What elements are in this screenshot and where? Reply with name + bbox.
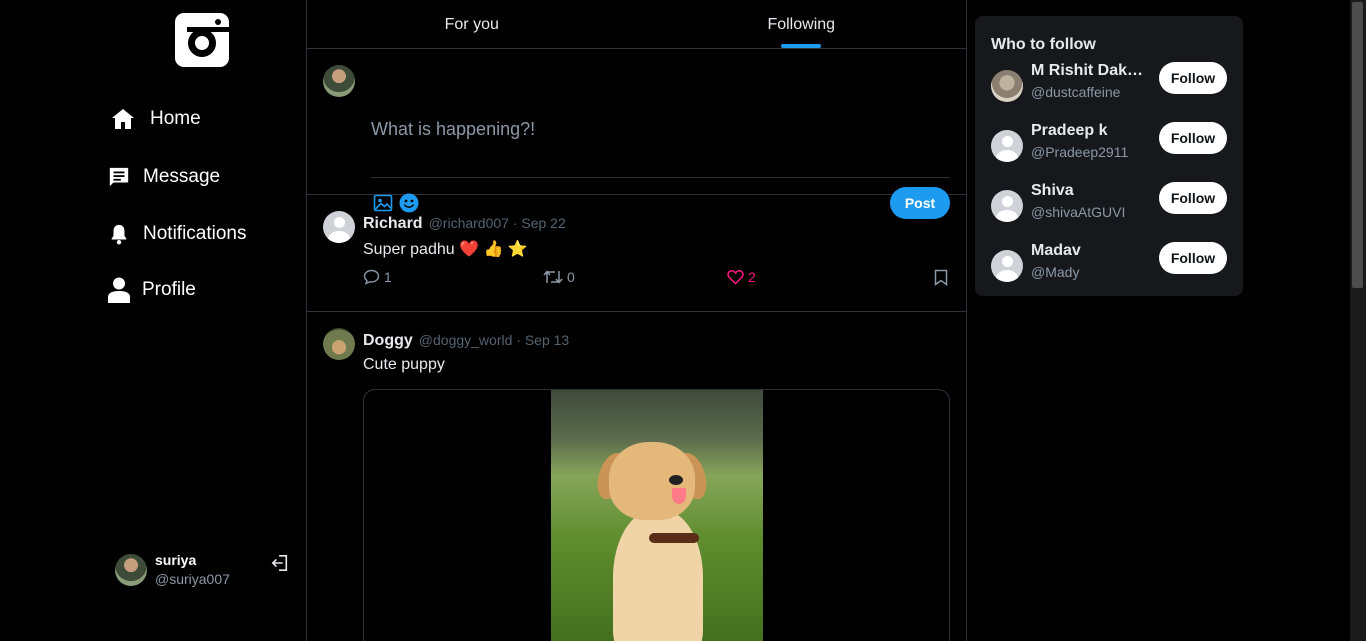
- puppy-photo: [551, 390, 763, 641]
- tweet-composer: Post: [307, 49, 966, 219]
- avatar: [991, 130, 1023, 162]
- logo-band-gap: [175, 27, 187, 32]
- suggested-user-handle: @Mady: [1031, 264, 1080, 280]
- app-root: Home Message Notifications Profile suriy…: [0, 0, 1366, 641]
- follow-button[interactable]: Follow: [1159, 122, 1227, 154]
- logo-lens: [188, 29, 216, 57]
- bookmark-icon: [934, 269, 948, 286]
- avatar: [115, 553, 147, 586]
- nav-profile[interactable]: Profile: [108, 277, 196, 303]
- tweet-author-name[interactable]: Richard: [363, 215, 423, 232]
- logout-icon[interactable]: [271, 554, 289, 572]
- nav-notifications[interactable]: Notifications: [108, 222, 247, 246]
- avatar: [991, 70, 1023, 102]
- avatar: [323, 65, 355, 97]
- composer-divider: [371, 177, 950, 178]
- user-icon: [108, 277, 130, 303]
- suggested-user[interactable]: Madav @Mady Follow: [991, 242, 1227, 290]
- puppy-nose: [669, 475, 683, 485]
- retweet-count: 0: [567, 269, 575, 285]
- tweet-header: Richard @richard007 · Sep 22: [363, 215, 566, 233]
- puppy-body: [613, 510, 703, 641]
- suggested-user[interactable]: Shiva @shivaAtGUVI Follow: [991, 182, 1227, 230]
- suggested-user[interactable]: M Rishit Daks... @dustcaffeine Follow: [991, 62, 1227, 110]
- current-user-names: suriya @suriya007: [155, 552, 230, 587]
- tweet-header: Doggy @doggy_world · Sep 13: [363, 332, 569, 350]
- suggested-user-name: Shiva: [1031, 182, 1074, 199]
- tweet-media[interactable]: [363, 389, 950, 641]
- feed-tabs: For you Following: [307, 0, 966, 49]
- suggested-user-name: Pradeep k: [1031, 122, 1108, 139]
- nav-home-label: Home: [150, 108, 201, 129]
- avatar[interactable]: [323, 211, 355, 243]
- heart-icon: [727, 270, 744, 285]
- panel-title: Who to follow: [991, 36, 1096, 53]
- suggested-user-name: M Rishit Daks...: [1031, 62, 1146, 79]
- main-feed: For you Following Post Rich: [306, 0, 967, 641]
- puppy-tongue: [672, 488, 686, 504]
- follow-button[interactable]: Follow: [1159, 182, 1227, 214]
- nav-home[interactable]: Home: [111, 107, 201, 131]
- suggested-user-handle: @dustcaffeine: [1031, 84, 1121, 100]
- tweet[interactable]: Richard @richard007 · Sep 22 Super padhu …: [307, 195, 966, 312]
- avatar[interactable]: [323, 328, 355, 360]
- puppy-collar: [649, 533, 699, 543]
- home-icon: [112, 109, 134, 129]
- tweet-author-name[interactable]: Doggy: [363, 332, 413, 349]
- nav-message[interactable]: Message: [108, 166, 220, 188]
- follow-button[interactable]: Follow: [1159, 62, 1227, 94]
- message-icon: [109, 167, 129, 187]
- suggested-user[interactable]: Pradeep k @Pradeep2911 Follow: [991, 122, 1227, 170]
- reply-icon: [363, 269, 380, 285]
- suggested-user-handle: @Pradeep2911: [1031, 144, 1129, 160]
- tweet[interactable]: Doggy @doggy_world · Sep 13 Cute puppy: [307, 312, 966, 641]
- nav-notifications-label: Notifications: [143, 223, 247, 244]
- who-to-follow-panel: Who to follow M Rishit Daks... @dustcaff…: [975, 16, 1243, 296]
- nav-message-label: Message: [143, 166, 221, 187]
- tweet-meta: @richard007 · Sep 22: [428, 215, 566, 231]
- bell-icon: [111, 224, 127, 245]
- avatar: [991, 250, 1023, 282]
- scrollbar-thumb[interactable]: [1352, 2, 1363, 288]
- tab-for-you[interactable]: For you: [307, 0, 637, 48]
- logo-flash: [215, 19, 221, 25]
- camera-logo[interactable]: [175, 13, 229, 67]
- left-sidebar: Home Message Notifications Profile suriy…: [0, 0, 306, 641]
- current-user-handle: @suriya007: [155, 571, 230, 587]
- bookmark-button[interactable]: [934, 269, 952, 286]
- retweet-icon: [543, 270, 563, 284]
- tweet-text: Cute puppy: [363, 356, 445, 373]
- retweet-button[interactable]: 0: [543, 269, 575, 285]
- current-user[interactable]: suriya @suriya007: [115, 552, 230, 587]
- follow-button[interactable]: Follow: [1159, 242, 1227, 274]
- suggested-user-name: Madav: [1031, 242, 1081, 259]
- like-button[interactable]: 2: [727, 269, 756, 285]
- tweet-meta: @doggy_world · Sep 13: [418, 332, 570, 348]
- tweet-text: Super padhu ❤️ 👍 ⭐: [363, 241, 528, 258]
- reply-button[interactable]: 1: [363, 269, 392, 285]
- nav-profile-label: Profile: [142, 279, 196, 300]
- compose-input[interactable]: [371, 115, 951, 143]
- current-user-name: suriya: [155, 552, 197, 568]
- like-count: 2: [748, 269, 756, 285]
- avatar: [991, 190, 1023, 222]
- reply-count: 1: [384, 269, 392, 285]
- tab-following[interactable]: Following: [637, 0, 967, 48]
- suggested-user-handle: @shivaAtGUVI: [1031, 204, 1126, 220]
